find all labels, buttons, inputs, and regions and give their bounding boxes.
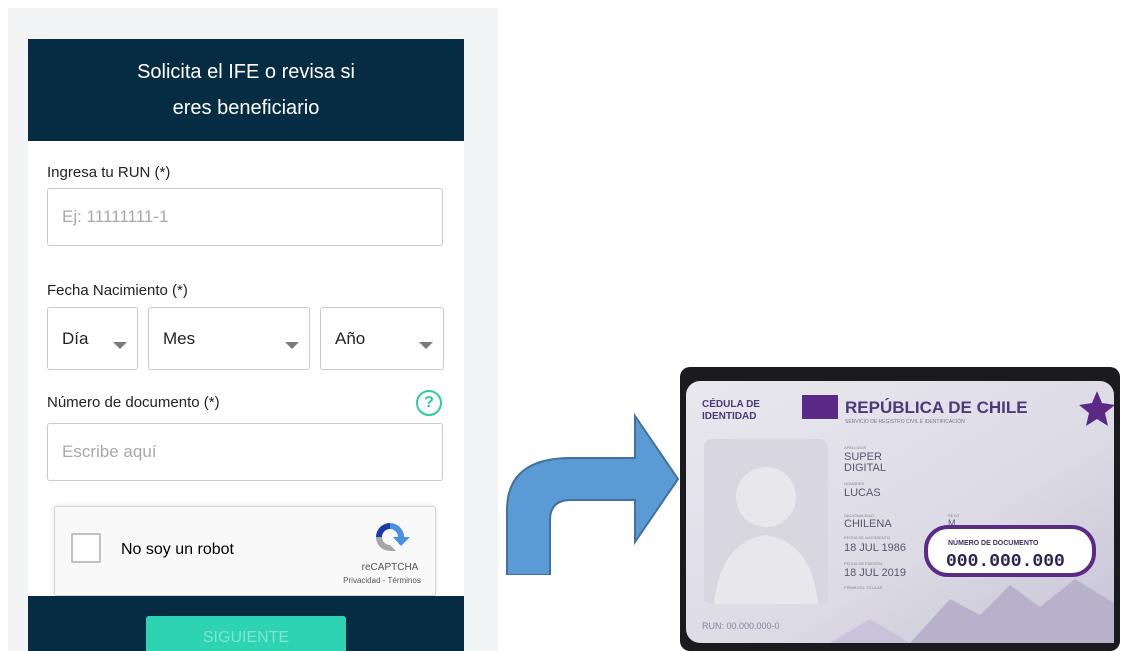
id-card-country: REPÚBLICA DE CHILE	[845, 398, 1028, 417]
signature-label: FIRMA DEL TITULAR	[844, 585, 883, 590]
chilean-id-card-image: CÉDULA DE IDENTIDAD REPÚBLICA DE CHILE S…	[680, 367, 1120, 651]
id-card-type-line-2: IDENTIDAD	[702, 411, 756, 422]
day-select[interactable]: Día	[47, 307, 138, 370]
chevron-down-icon	[419, 342, 433, 349]
next-button[interactable]: SIGUIENTE	[146, 616, 346, 651]
issue-date-label: FECHA DE EMISIÓN	[844, 561, 882, 566]
birth-date-field-label: FECHA DE NACIMIENTO	[844, 535, 890, 540]
id-card-agency: SERVICIO DE REGISTRO CIVIL E IDENTIFICAC…	[845, 418, 965, 425]
chevron-down-icon	[113, 342, 127, 349]
year-select-value: Año	[335, 329, 366, 348]
document-number-field-label: NÚMERO DE DOCUMENTO	[948, 538, 1039, 547]
form-title: Solicita el IFE o revisa si eres benefic…	[137, 61, 355, 119]
help-icon[interactable]: ?	[416, 390, 442, 416]
id-card-type-line-1: CÉDULA DE	[702, 397, 760, 410]
name-label: NOMBRES	[844, 481, 865, 486]
flag-block	[802, 395, 838, 419]
month-select[interactable]: Mes	[148, 307, 310, 370]
document-number-input[interactable]	[47, 423, 443, 481]
run-value: RUN: 00.000.000-0	[702, 621, 780, 631]
recaptcha-checkbox[interactable]	[71, 533, 101, 563]
year-select[interactable]: Año	[320, 307, 444, 370]
recaptcha-label: No soy un robot	[121, 541, 234, 558]
form-header: Solicita el IFE o revisa si eres benefic…	[28, 39, 464, 141]
document-number-value: 000.000.000	[946, 552, 1065, 572]
birth-date-value: 18 JUL 1986	[844, 542, 906, 554]
month-select-value: Mes	[163, 329, 196, 348]
run-label: Ingresa tu RUN (*)	[47, 164, 171, 181]
ife-form-card: Solicita el IFE o revisa si eres benefic…	[28, 39, 464, 651]
issue-date-value: 18 JUL 2019	[844, 567, 906, 579]
id-card-artwork: CÉDULA DE IDENTIDAD REPÚBLICA DE CHILE S…	[686, 381, 1115, 643]
recaptcha-logo-icon	[376, 523, 410, 551]
day-select-value: Día	[62, 329, 89, 348]
document-number-label: Número de documento (*)	[47, 394, 220, 411]
recaptcha-brand: reCAPTCHA	[361, 562, 419, 573]
curved-arrow-icon	[506, 412, 680, 575]
recaptcha-terms-link[interactable]: Privacidad - Términos	[329, 576, 435, 585]
run-input[interactable]	[47, 188, 443, 246]
form-footer: SIGUIENTE	[28, 596, 464, 651]
recaptcha-widget: No soy un robot reCAPTCHA Privacidad - T…	[54, 506, 436, 596]
birth-date-label: Fecha Nacimiento (*)	[47, 282, 188, 299]
chevron-down-icon	[285, 342, 299, 349]
surname-line-2: DIGITAL	[844, 462, 886, 474]
name-value: LUCAS	[844, 487, 881, 499]
surname-label: APELLIDOS	[844, 445, 867, 450]
portrait-head	[736, 467, 796, 527]
nationality-value: CHILENA	[844, 518, 892, 530]
